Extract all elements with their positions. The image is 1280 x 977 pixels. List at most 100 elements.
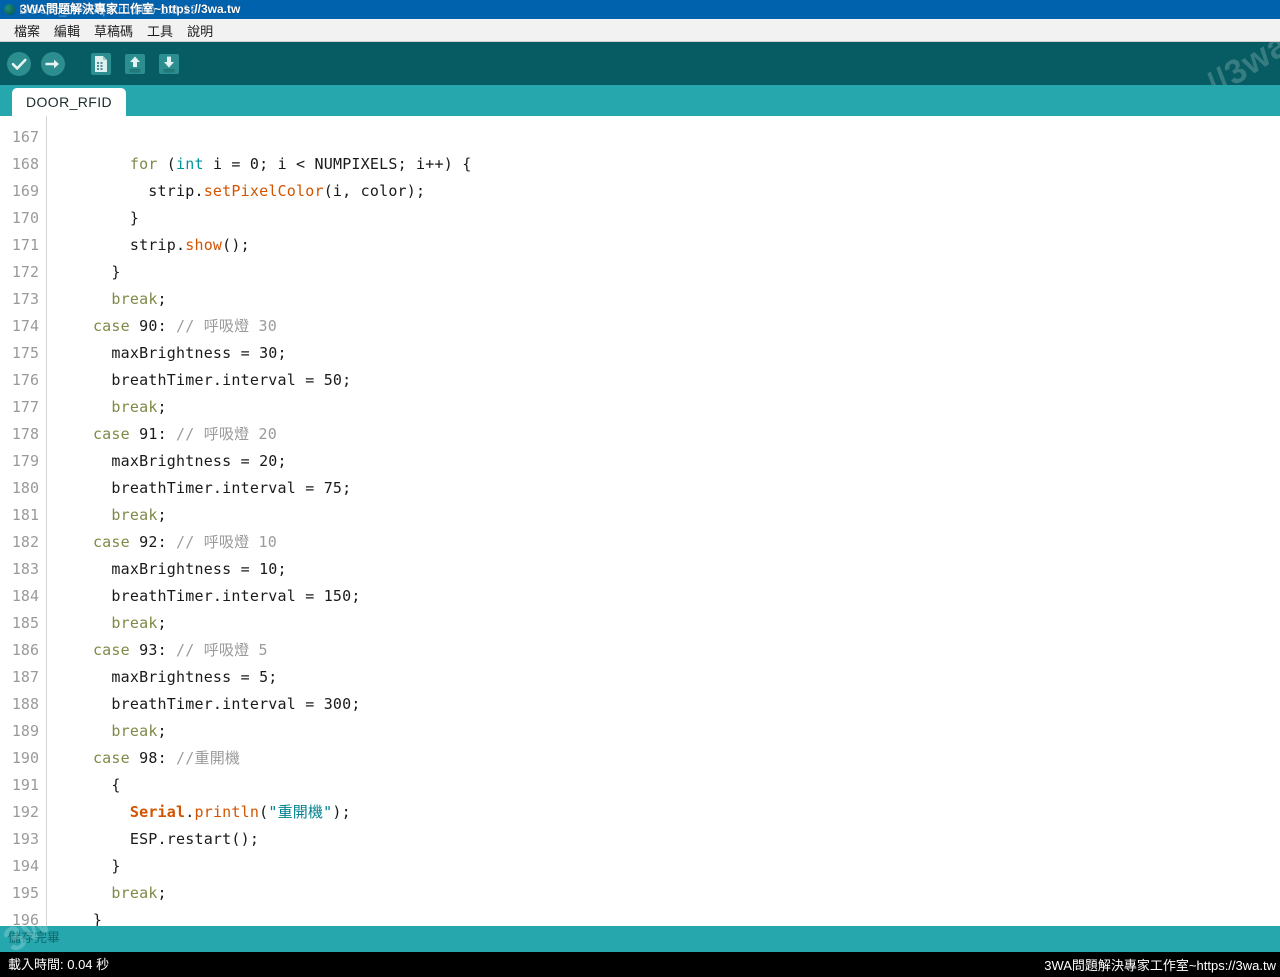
- code-token: case: [92, 533, 130, 551]
- code-token: 91:: [129, 425, 177, 443]
- code-token: 90:: [129, 317, 177, 335]
- console-message: 載入時間: 0.04 秒: [8, 957, 110, 972]
- code-line[interactable]: maxBrightness = 5;: [56, 664, 1280, 691]
- code-line[interactable]: break;: [56, 502, 1280, 529]
- line-number: 191: [11, 776, 39, 794]
- code-token: ;: [157, 506, 167, 524]
- code-token: }: [56, 209, 140, 227]
- code-token: println: [194, 803, 260, 821]
- code-token: maxBrightness = 5;: [56, 668, 278, 686]
- code-token: ;: [157, 290, 167, 308]
- upload-button[interactable]: [38, 49, 68, 79]
- code-line[interactable]: Serial.println("重開機");: [56, 799, 1280, 826]
- code-token: 98:: [129, 749, 177, 767]
- code-token: "重開機": [268, 803, 333, 821]
- line-number: 196: [11, 911, 39, 926]
- code-token: }: [56, 911, 103, 926]
- arrow-right-circle-icon: [41, 51, 65, 76]
- save-button[interactable]: [154, 49, 184, 79]
- code-line[interactable]: breathTimer.interval = 75;: [56, 475, 1280, 502]
- toolbar-diagonal-watermark: s://3wa: [1172, 42, 1280, 85]
- code-line[interactable]: break;: [56, 610, 1280, 637]
- code-line[interactable]: break;: [56, 286, 1280, 313]
- code-line[interactable]: strip.show();: [56, 232, 1280, 259]
- code-line[interactable]: }: [56, 853, 1280, 880]
- line-number: 169: [11, 182, 39, 200]
- code-line[interactable]: break;: [56, 718, 1280, 745]
- code-token: ;: [157, 614, 167, 632]
- code-token: strip.: [56, 182, 204, 200]
- code-token: breathTimer.interval = 50;: [56, 371, 352, 389]
- code-area[interactable]: for (int i = 0; i < NUMPIXELS; i++) { st…: [47, 116, 1280, 926]
- code-line[interactable]: case 90: // 呼吸燈 30: [56, 313, 1280, 340]
- code-editor[interactable]: 167 168 169 170 171 172 173 174 175 176 177 178 179 1…: [0, 116, 1280, 926]
- line-number: 181: [11, 506, 39, 524]
- tab-strip: DOOR_RFID: [0, 85, 1280, 116]
- code-token: int: [176, 155, 204, 173]
- code-line[interactable]: case 93: // 呼吸燈 5: [56, 637, 1280, 664]
- code-token: strip.: [56, 236, 186, 254]
- line-number: 184: [11, 587, 39, 605]
- line-number: 180: [11, 479, 39, 497]
- code-line[interactable]: }: [56, 907, 1280, 926]
- menu-item-sketch[interactable]: 草稿碼: [87, 20, 140, 41]
- code-token: show: [185, 236, 223, 254]
- code-token: case: [92, 641, 130, 659]
- app-icon: [4, 4, 15, 15]
- new-button[interactable]: [86, 49, 116, 79]
- code-token: 93:: [129, 641, 177, 659]
- open-button[interactable]: [120, 49, 150, 79]
- code-line[interactable]: breathTimer.interval = 300;: [56, 691, 1280, 718]
- code-line[interactable]: }: [56, 205, 1280, 232]
- code-token: 92:: [129, 533, 177, 551]
- code-line[interactable]: for (int i = 0; i < NUMPIXELS; i++) {: [56, 151, 1280, 178]
- code-token: i = 0; i < NUMPIXELS; i++) {: [203, 155, 472, 173]
- menu-item-help[interactable]: 說明: [180, 20, 220, 41]
- line-number: 173: [11, 290, 39, 308]
- code-token: case: [92, 317, 130, 335]
- code-token: case: [92, 425, 130, 443]
- line-number: 192: [11, 803, 39, 821]
- code-token: // 呼吸燈 5: [176, 641, 268, 659]
- menu-item-edit[interactable]: 編輯: [47, 20, 87, 41]
- new-file-icon: [91, 52, 111, 75]
- code-line[interactable]: {: [56, 772, 1280, 799]
- code-token: {: [56, 776, 121, 794]
- code-line[interactable]: break;: [56, 880, 1280, 907]
- menu-bar: 檔案 編輯 草稿碼 工具 說明: [0, 19, 1280, 42]
- line-number: 194: [11, 857, 39, 875]
- code-line[interactable]: [56, 124, 1280, 151]
- code-line[interactable]: case 92: // 呼吸燈 10: [56, 529, 1280, 556]
- line-number: 186: [11, 641, 39, 659]
- code-token: ;: [157, 398, 167, 416]
- line-number: 182: [11, 533, 39, 551]
- verify-button[interactable]: [4, 49, 34, 79]
- line-number: 175: [11, 344, 39, 362]
- code-token: for: [129, 155, 158, 173]
- code-line[interactable]: maxBrightness = 10;: [56, 556, 1280, 583]
- tab-door-rfid[interactable]: DOOR_RFID: [12, 88, 127, 116]
- line-number: 167: [11, 128, 39, 146]
- code-line[interactable]: maxBrightness = 20;: [56, 448, 1280, 475]
- code-token: setPixelColor: [203, 182, 324, 200]
- code-line[interactable]: maxBrightness = 30;: [56, 340, 1280, 367]
- code-line[interactable]: breathTimer.interval = 150;: [56, 583, 1280, 610]
- code-line[interactable]: }: [56, 259, 1280, 286]
- code-line[interactable]: break;: [56, 394, 1280, 421]
- code-line[interactable]: case 91: // 呼吸燈 20: [56, 421, 1280, 448]
- menu-item-tools[interactable]: 工具: [140, 20, 180, 41]
- menu-item-file[interactable]: 檔案: [7, 20, 47, 41]
- code-line[interactable]: breathTimer.interval = 50;: [56, 367, 1280, 394]
- code-line[interactable]: ESP.restart();: [56, 826, 1280, 853]
- code-line[interactable]: strip.setPixelColor(i, color);: [56, 178, 1280, 205]
- check-circle-icon: [7, 51, 31, 76]
- code-line[interactable]: case 98: //重開機: [56, 745, 1280, 772]
- code-token: maxBrightness = 30;: [56, 344, 287, 362]
